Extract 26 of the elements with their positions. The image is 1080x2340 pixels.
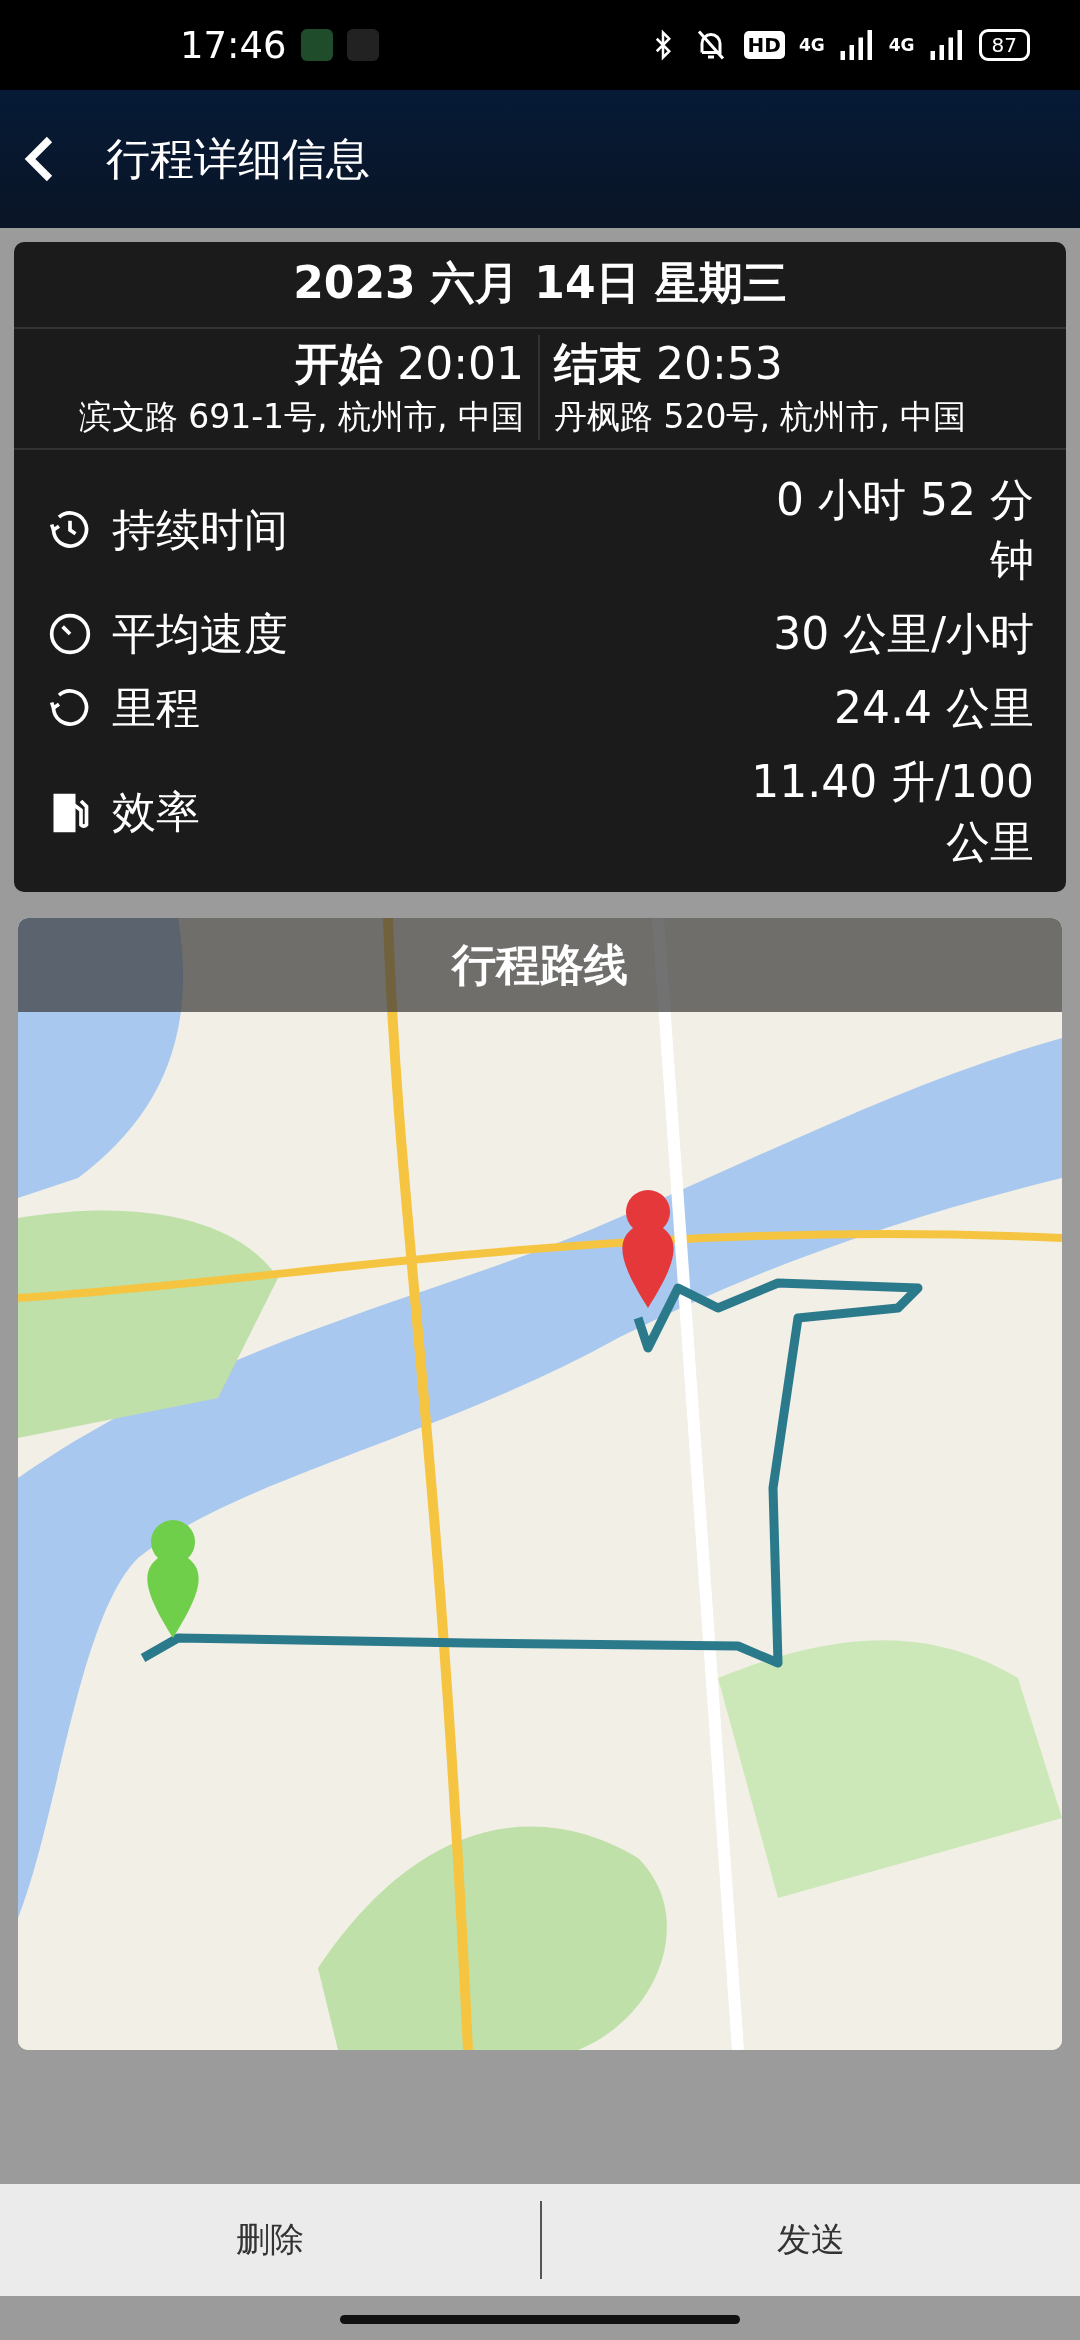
stat-value: 30 公里/小时 xyxy=(773,607,1034,661)
trip-time: 结束 20:53 xyxy=(554,337,784,391)
stat-label: 效率 xyxy=(112,784,201,839)
network-label: 4G xyxy=(798,35,825,55)
battery-icon: 87 xyxy=(978,29,1030,61)
stat-label: 平均速度 xyxy=(112,606,289,661)
signal-icon xyxy=(838,30,875,60)
map-title: 行程路线 xyxy=(18,918,1062,1012)
app-icon xyxy=(300,29,333,61)
network-label: 4G xyxy=(888,35,915,55)
trip-time: 开始 20:01 xyxy=(294,337,524,391)
speedometer-icon xyxy=(48,612,92,656)
stat-value: 11.40 升/100 公里 xyxy=(750,755,1034,869)
app-icon xyxy=(346,29,379,61)
stat-label: 持续时间 xyxy=(112,502,289,557)
stat-label: 里程 xyxy=(112,680,201,735)
signal-icon xyxy=(928,30,965,60)
stat-value: 24.4 公里 xyxy=(834,681,1034,735)
trip-address: 丹枫路 520号, 杭州市, 中国 xyxy=(554,396,968,438)
page-title: 行程详细信息 xyxy=(106,131,370,186)
back-icon[interactable] xyxy=(24,135,54,183)
trip-date: 2023 六月 14日 星期三 xyxy=(14,242,1066,329)
status-time: 17:46 xyxy=(180,23,287,67)
trip-address: 滨文路 691-1号, 杭州市, 中国 xyxy=(77,396,524,438)
hd-icon: HD xyxy=(743,31,785,59)
stat-value: 0 小时 52 分钟 xyxy=(775,473,1034,587)
